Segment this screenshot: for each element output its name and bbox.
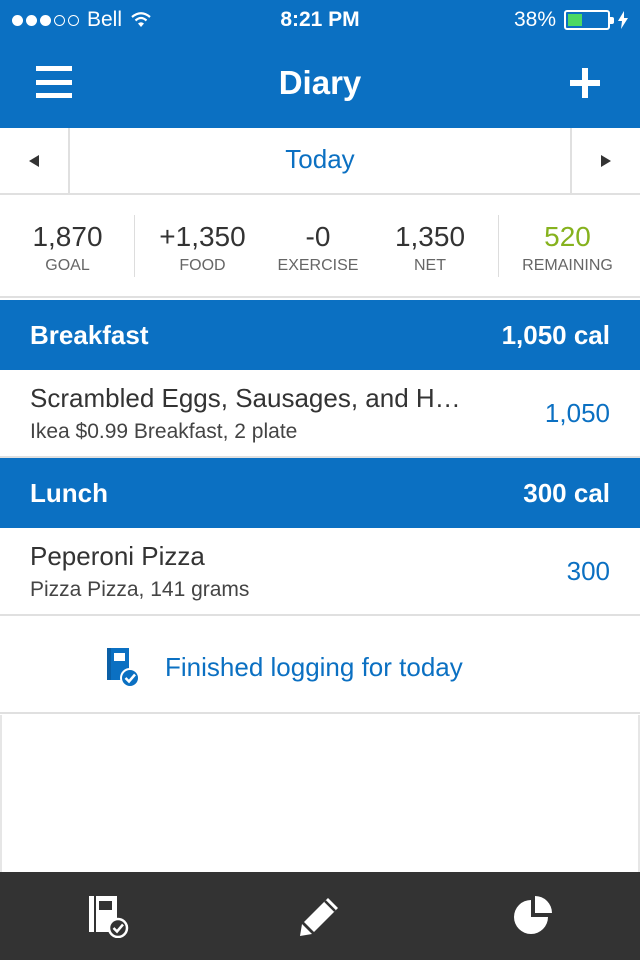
summary-divider (134, 215, 135, 277)
summary-net: 1,350 NET (380, 221, 480, 275)
summary-remaining: 520 REMAINING (510, 221, 625, 275)
battery-percent: 38% (513, 8, 556, 31)
food-entry-title: Scrambled Eggs, Sausages, and H… (30, 383, 461, 413)
pie-chart-icon (514, 896, 552, 934)
meal-name: Breakfast (30, 320, 149, 350)
exercise-label: EXERCISE (277, 257, 359, 274)
meal-calories: 1,050 cal (501, 320, 610, 350)
remaining-label: REMAINING (522, 257, 613, 274)
meal-calories: 300 cal (523, 478, 610, 508)
food-value: +1,350 (159, 221, 246, 252)
tab-bar (0, 872, 640, 960)
left-triangle-icon (29, 154, 39, 167)
top-bar: Bell 8:21 PM 38% Diary (0, 0, 640, 128)
plus-icon[interactable] (570, 68, 600, 98)
tab-quick-add[interactable] (298, 894, 342, 938)
tab-reports[interactable] (511, 894, 555, 938)
food-entry-calories: 300 (566, 556, 610, 586)
food-label: FOOD (179, 257, 226, 274)
prev-day-button[interactable] (0, 128, 70, 193)
right-triangle-icon (601, 154, 611, 167)
goal-label: GOAL (45, 257, 90, 274)
exercise-value: -0 (305, 221, 331, 252)
finished-logging-label: Finished logging for today (165, 652, 463, 682)
food-entry-title: Peperoni Pizza (30, 541, 205, 571)
pencil-icon (300, 898, 338, 936)
goal-value: 1,870 (32, 221, 103, 252)
finished-logging-button[interactable]: Finished logging for today (0, 618, 640, 714)
status-right: 38% (514, 8, 628, 32)
meal-header-lunch[interactable]: Lunch 300 cal (0, 458, 640, 528)
diary-check-icon (89, 896, 129, 939)
battery-icon (564, 10, 614, 30)
summary-food: +1,350 FOOD (145, 221, 260, 275)
calorie-summary: 1,870 GOAL +1,350 FOOD -0 EXERCISE 1,350… (0, 197, 640, 298)
next-day-button[interactable] (570, 128, 640, 193)
battery-fill (568, 14, 582, 26)
meal-name: Lunch (30, 478, 108, 508)
page-title: Diary (278, 64, 362, 101)
food-entry[interactable]: Peperoni Pizza Pizza Pizza, 141 grams 30… (0, 528, 640, 616)
left-edge (0, 715, 2, 872)
net-value: 1,350 (394, 221, 466, 252)
diary-check-icon (107, 648, 140, 688)
food-entry-detail: Ikea $0.99 Breakfast, 2 plate (30, 420, 298, 443)
tab-diary[interactable] (86, 894, 130, 939)
summary-goal: 1,870 GOAL (20, 221, 115, 275)
status-bar: Bell 8:21 PM 38% (0, 0, 640, 40)
summary-divider (498, 215, 499, 277)
date-label[interactable]: Today (70, 144, 570, 175)
nav-bar: Diary (0, 40, 640, 128)
date-selector: Today (0, 128, 640, 195)
bolt-icon (618, 11, 628, 29)
meal-header-breakfast[interactable]: Breakfast 1,050 cal (0, 300, 640, 370)
summary-exercise: -0 EXERCISE (268, 221, 368, 275)
food-entry-calories: 1,050 (544, 398, 610, 428)
net-label: NET (414, 257, 446, 274)
food-entry[interactable]: Scrambled Eggs, Sausages, and H… Ikea $0… (0, 370, 640, 458)
food-entry-detail: Pizza Pizza, 141 grams (30, 578, 250, 601)
remaining-value: 520 (544, 221, 591, 252)
